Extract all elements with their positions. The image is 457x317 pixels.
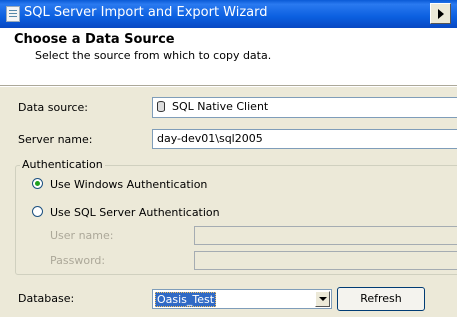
windows-auth-radio[interactable] [32, 178, 43, 189]
refresh-button[interactable]: Refresh [337, 287, 425, 311]
data-source-value: SQL Native Client [172, 100, 269, 113]
sql-auth-label[interactable]: Use SQL Server Authentication [50, 206, 220, 219]
password-label: Password: [50, 254, 106, 267]
data-source-label: Data source: [18, 101, 88, 114]
user-name-input[interactable] [194, 226, 457, 245]
database-label: Database: [18, 292, 75, 305]
windows-auth-label[interactable]: Use Windows Authentication [50, 178, 207, 191]
password-input[interactable] [194, 251, 457, 270]
page-title: Choose a Data Source [14, 32, 175, 47]
sql-auth-radio[interactable] [32, 206, 43, 217]
title-bar: SQL Server Import and Export Wizard [0, 0, 457, 28]
header-divider [0, 85, 457, 87]
chevron-down-icon[interactable] [315, 291, 330, 307]
database-combobox[interactable]: Oasis_Test [152, 289, 332, 309]
title-bar-overflow-button[interactable] [430, 3, 451, 24]
database-icon [157, 101, 165, 112]
page-subtitle: Select the source from which to copy dat… [35, 49, 272, 62]
data-source-select[interactable]: SQL Native Client [152, 97, 457, 118]
database-value: Oasis_Test [155, 292, 217, 307]
authentication-group-label: Authentication [20, 158, 105, 171]
server-name-label: Server name: [18, 133, 93, 146]
server-name-input[interactable]: day-dev01\sql2005 [152, 129, 457, 149]
window-title: SQL Server Import and Export Wizard [24, 5, 268, 20]
app-icon [6, 6, 20, 22]
server-name-value: day-dev01\sql2005 [157, 132, 263, 145]
wizard-header: Choose a Data Source Select the source f… [0, 28, 457, 85]
user-name-label: User name: [50, 229, 114, 242]
